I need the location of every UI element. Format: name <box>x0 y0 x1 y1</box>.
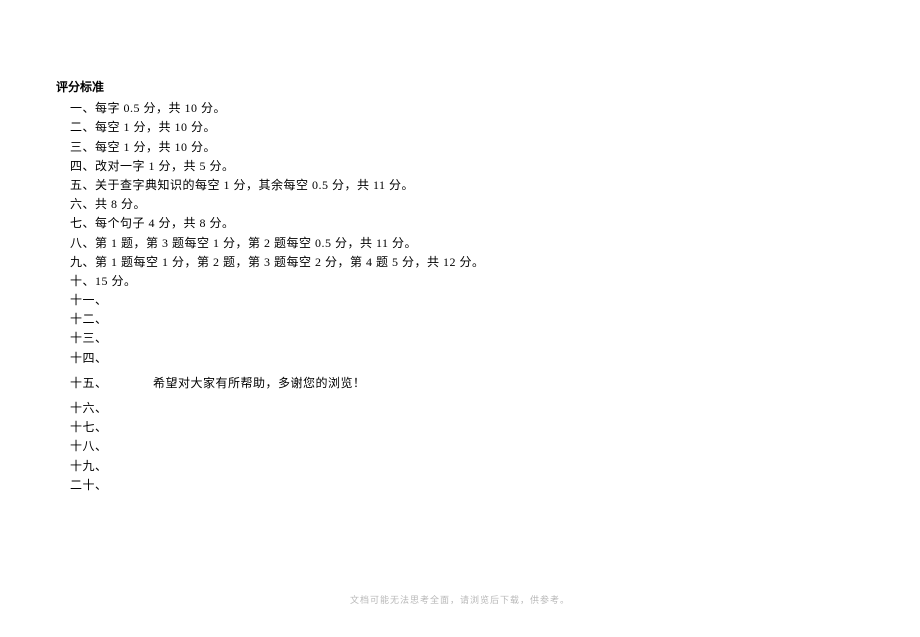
section-heading: 评分标准 <box>56 78 920 97</box>
help-note: 希望对大家有所帮助，多谢您的浏览！ <box>153 376 366 390</box>
criteria-line-9: 九、第 1 题每空 1 分，第 2 题，第 3 题每空 2 分，第 4 题 5 … <box>56 253 920 272</box>
criteria-line-14: 十四、 <box>56 349 920 368</box>
line-15-prefix: 十五、 <box>70 376 108 390</box>
criteria-line-19: 十九、 <box>56 457 920 476</box>
criteria-line-15: 十五、 希望对大家有所帮助，多谢您的浏览！ <box>56 374 920 393</box>
criteria-line-2: 二、每空 1 分，共 10 分。 <box>56 118 920 137</box>
document-content: 评分标准 一、每字 0.5 分，共 10 分。 二、每空 1 分，共 10 分。… <box>0 0 920 495</box>
criteria-line-18: 十八、 <box>56 437 920 456</box>
criteria-line-12: 十二、 <box>56 310 920 329</box>
criteria-line-11: 十一、 <box>56 291 920 310</box>
criteria-line-3: 三、每空 1 分，共 10 分。 <box>56 138 920 157</box>
criteria-line-10: 十、15 分。 <box>56 272 920 291</box>
criteria-line-16: 十六、 <box>56 399 920 418</box>
criteria-line-20: 二十、 <box>56 476 920 495</box>
criteria-line-13: 十三、 <box>56 329 920 348</box>
criteria-line-17: 十七、 <box>56 418 920 437</box>
criteria-line-7: 七、每个句子 4 分，共 8 分。 <box>56 214 920 233</box>
criteria-line-8: 八、第 1 题，第 3 题每空 1 分，第 2 题每空 0.5 分，共 11 分… <box>56 234 920 253</box>
criteria-line-1: 一、每字 0.5 分，共 10 分。 <box>56 99 920 118</box>
criteria-line-5: 五、关于查字典知识的每空 1 分，其余每空 0.5 分，共 11 分。 <box>56 176 920 195</box>
criteria-line-4: 四、改对一字 1 分，共 5 分。 <box>56 157 920 176</box>
criteria-line-6: 六、共 8 分。 <box>56 195 920 214</box>
footer-note: 文档可能无法思考全面，请浏览后下载，供参考。 <box>0 593 920 607</box>
